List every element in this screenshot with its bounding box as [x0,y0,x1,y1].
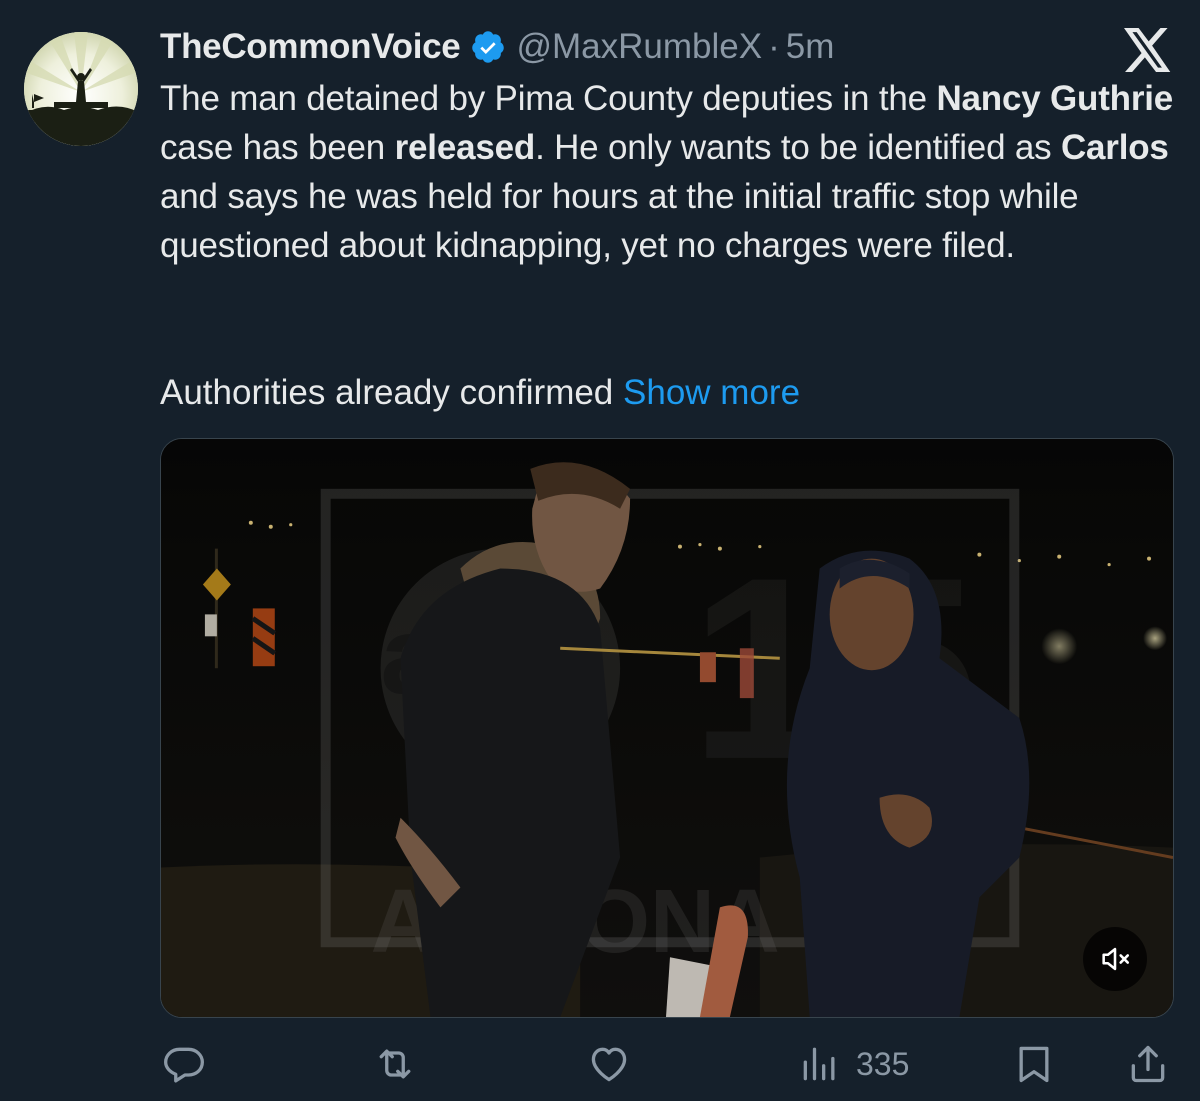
tweet-text-segment: The man detained by Pima County deputies… [160,79,937,118]
silhouette-sunburst-avatar [24,32,138,146]
timestamp[interactable]: 5m [786,27,835,67]
tweet-text-bold-segment: Nancy Guthrie [936,79,1174,118]
repost-button[interactable] [373,1036,417,1092]
tweet-text-bold-segment: Carlos [1060,128,1169,167]
tweet-text-bold-segment: released [394,128,536,167]
reply-button[interactable] [162,1036,206,1092]
news-video-thumbnail: abc 15 ARIZONA [161,439,1173,1017]
share-icon [1131,1045,1165,1083]
action-bar: 335 [0,1036,1200,1096]
mute-button[interactable] [1083,927,1147,991]
tweet-header: TheCommonVoice @MaxRumbleX · 5m [160,24,834,70]
views-count: 335 [856,1045,910,1082]
tweet: TheCommonVoice @MaxRumbleX · 5m The man … [0,0,1200,1101]
x-logo-icon [1124,28,1172,72]
tweet-text-segment: case has been [160,128,395,167]
speaker-muted-icon [1102,947,1130,971]
author-handle[interactable]: @MaxRumbleX [516,27,762,67]
second-paragraph: Authorities already confirmed [160,373,614,412]
share-button[interactable] [1126,1036,1170,1092]
views-button[interactable]: 335 [798,1036,909,1092]
avatar[interactable] [24,32,138,146]
verified-badge-icon [470,29,506,65]
tweet-text: The man detained by Pima County deputies… [160,74,1180,270]
repost-icon [379,1049,411,1079]
views-bar-icon [803,1047,835,1081]
display-name[interactable]: TheCommonVoice [160,27,461,67]
tweet-text-segment: and says he was held for hours at the in… [160,177,1079,265]
reply-icon [164,1047,204,1083]
tweet-text-truncated: Authorities already confirmed Show more [160,368,800,417]
video-player[interactable]: abc 15 ARIZONA [160,438,1174,1018]
bookmark-icon [1019,1046,1049,1083]
heart-icon [591,1047,627,1082]
like-button[interactable] [587,1036,631,1092]
show-more-link[interactable]: Show more [623,373,800,412]
bookmark-button[interactable] [1012,1036,1056,1092]
separator-dot: · [768,27,780,66]
tweet-text-segment: . He only wants to be identified as [535,128,1061,167]
